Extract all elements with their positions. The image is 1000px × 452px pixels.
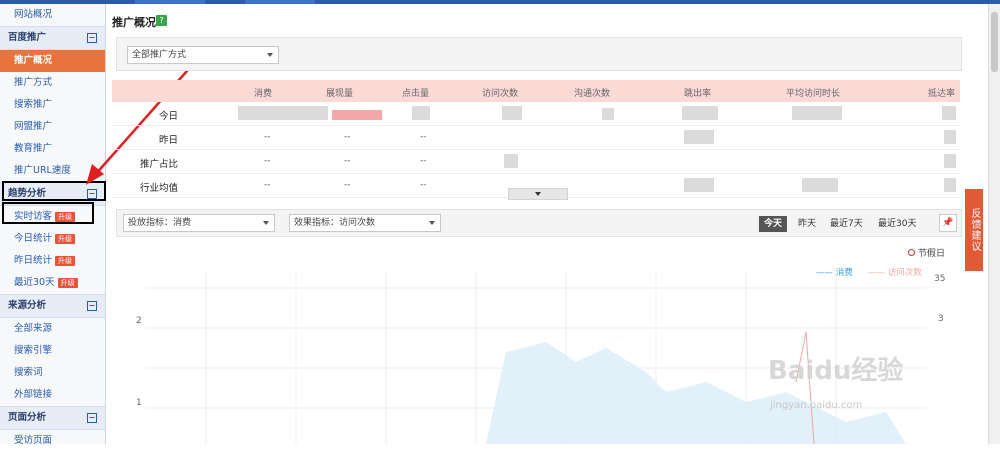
right-tick: 3 (938, 314, 944, 324)
help-icon[interactable]: ? (156, 15, 167, 26)
chart-toolbar: 投放指标：消费 效果指标：访问次数 今天 昨天 最近7天 最近30天 📌 (116, 209, 962, 237)
pin-icon[interactable]: 📌 (939, 214, 957, 232)
row-label: 行业均值 (139, 183, 178, 194)
item-label: 最近30天 (14, 277, 55, 288)
sidebar-item-search-engines[interactable]: 搜索引擎 (0, 340, 105, 362)
left-tick: 2 (136, 316, 142, 326)
sidebar-item-today-stats[interactable]: 今日统计 升级 (0, 228, 105, 250)
col-avg-duration[interactable]: 平均访问时长 (786, 86, 840, 99)
cell: -- (344, 156, 351, 166)
holiday-legend: 节假日 (908, 246, 945, 259)
trend-chart: 节假日 —— 消费 —— 访问次数 35 3 2 1 (116, 236, 960, 444)
sidebar-item-yesterday-stats[interactable]: 昨日统计 升级 (0, 250, 105, 272)
cell: -- (264, 132, 271, 142)
effect-metric-select[interactable]: 效果指标：访问次数 (289, 214, 441, 232)
holiday-dot-icon (908, 249, 915, 256)
cell: -- (344, 132, 351, 142)
row-label: 昨日 (158, 135, 178, 146)
holiday-label: 节假日 (918, 249, 946, 259)
cell: -- (420, 132, 427, 142)
watermark-logo: Baidu经验 (768, 356, 904, 386)
section-title: 页面分析 (8, 412, 47, 423)
promotion-method-select[interactable]: 全部推广方式 (127, 46, 279, 64)
row-label: 今日 (158, 111, 178, 122)
page-title: 推广概况 (112, 16, 156, 29)
section-source-analysis[interactable]: 来源分析 − (0, 294, 105, 318)
section-page-analysis[interactable]: 页面分析 − (0, 406, 105, 430)
section-title: 百度推广 (8, 32, 47, 43)
chevron-down-icon (263, 221, 269, 225)
table-header: 消费 展现量 点击量 访问次数 沟通次数 跳出率 平均访问时长 抵达率 (112, 80, 960, 102)
sidebar-item-all-sources[interactable]: 全部来源 (0, 318, 105, 340)
section-title: 来源分析 (8, 300, 47, 311)
item-label: 今日统计 (14, 233, 53, 244)
col-bounce-rate[interactable]: 跳出率 (684, 86, 711, 99)
cell: -- (420, 156, 427, 166)
row-label: 推广占比 (139, 159, 178, 170)
section-baidu-promotion[interactable]: 百度推广 − (0, 26, 105, 50)
range-yesterday-button[interactable]: 昨天 (793, 216, 821, 232)
sidebar-item-last-30-days[interactable]: 最近30天 升级 (0, 272, 105, 294)
table-row: 昨日 -- -- -- (112, 126, 960, 150)
table-row: 推广占比 -- -- -- (112, 150, 960, 174)
sidebar-item-search-terms[interactable]: 搜索词 (0, 362, 105, 384)
highlight-box-realtime (2, 202, 94, 224)
chevron-down-icon (429, 221, 435, 225)
invest-metric-select[interactable]: 投放指标：消费 (123, 214, 275, 232)
watermark-url: jingyan.baidu.com (770, 400, 863, 411)
upgrade-badge: 升级 (55, 233, 76, 244)
col-conversations[interactable]: 沟通次数 (574, 86, 610, 99)
right-tick: 35 (934, 274, 946, 284)
scrollbar-thumb[interactable] (991, 12, 998, 72)
scrollbar[interactable] (988, 4, 1000, 444)
cell: -- (344, 180, 351, 190)
col-visits[interactable]: 访问次数 (482, 86, 518, 99)
filter-bar: 全部推广方式 (116, 37, 962, 71)
left-tick: 1 (136, 398, 142, 408)
table-row: 今日 (112, 102, 960, 126)
chevron-down-icon (267, 53, 273, 57)
upgrade-badge: 升级 (57, 277, 78, 288)
sidebar-item-visited-pages[interactable]: 受访页面 (0, 430, 105, 452)
col-clicks[interactable]: 点击量 (402, 86, 429, 99)
cell: -- (264, 156, 271, 166)
cell: -- (264, 180, 271, 190)
select-value: 投放指标：消费 (128, 218, 192, 228)
col-arrival-rate[interactable]: 抵达率 (928, 86, 955, 99)
select-value: 效果指标：访问次数 (294, 218, 376, 228)
col-impressions[interactable]: 展现量 (326, 86, 353, 99)
range-today-button[interactable]: 今天 (759, 216, 788, 232)
collapse-icon[interactable]: − (87, 413, 97, 423)
feedback-button[interactable]: 反馈建议 (965, 189, 983, 271)
expand-toggle[interactable] (508, 188, 568, 200)
collapse-icon[interactable]: − (87, 33, 97, 43)
collapse-icon[interactable]: − (87, 301, 97, 311)
range-7days-button[interactable]: 最近7天 (825, 216, 868, 232)
summary-table: 消费 展现量 点击量 访问次数 沟通次数 跳出率 平均访问时长 抵达率 今日 昨… (112, 80, 960, 198)
range-30days-button[interactable]: 最近30天 (873, 216, 921, 232)
item-label: 昨日统计 (14, 255, 53, 266)
col-cost[interactable]: 消费 (254, 86, 272, 99)
upgrade-badge: 升级 (55, 255, 76, 266)
sidebar-item-external-links[interactable]: 外部链接 (0, 384, 105, 406)
cell: -- (420, 180, 427, 190)
select-value: 全部推广方式 (132, 50, 187, 60)
sidebar-item-site-overview[interactable]: 网站概况 (0, 4, 105, 26)
